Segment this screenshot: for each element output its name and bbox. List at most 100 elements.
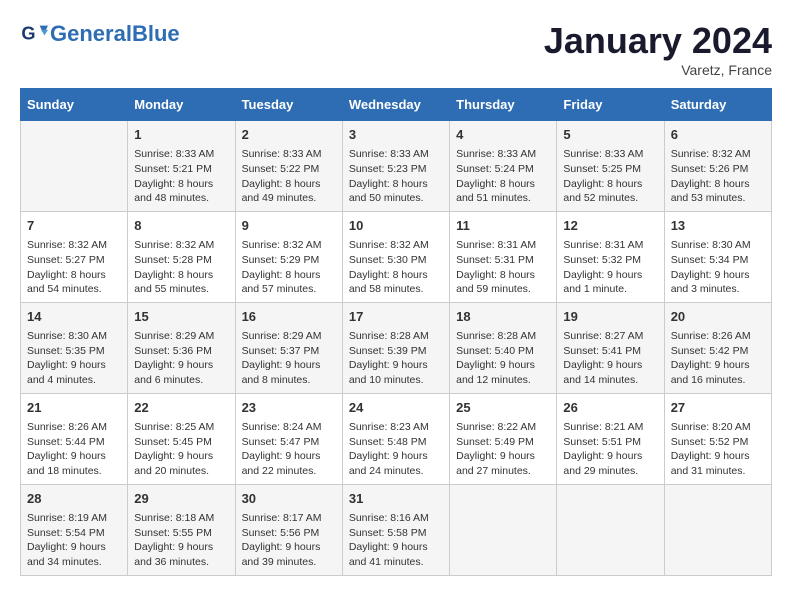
- day-number: 15: [134, 308, 228, 326]
- day-cell: 24 Sunrise: 8:23 AMSunset: 5:48 PMDayligh…: [342, 393, 449, 484]
- column-header-tuesday: Tuesday: [235, 89, 342, 121]
- day-cell: 25 Sunrise: 8:22 AMSunset: 5:49 PMDayligh…: [450, 393, 557, 484]
- day-number: 28: [27, 490, 121, 508]
- column-header-monday: Monday: [128, 89, 235, 121]
- week-row-2: 7 Sunrise: 8:32 AMSunset: 5:27 PMDaylight…: [21, 211, 772, 302]
- day-cell: [450, 484, 557, 575]
- day-cell: 20 Sunrise: 8:26 AMSunset: 5:42 PMDayligh…: [664, 302, 771, 393]
- day-cell: 30Sunrise: 8:17 AMSunset: 5:56 PMDayligh…: [235, 484, 342, 575]
- day-info: Sunrise: 8:26 AMSunset: 5:42 PMDaylight:…: [671, 329, 765, 388]
- day-info: Sunrise: 8:27 AMSunset: 5:41 PMDaylight:…: [563, 329, 657, 388]
- day-cell: 15Sunrise: 8:29 AMSunset: 5:36 PMDayligh…: [128, 302, 235, 393]
- day-info: Sunrise: 8:29 AMSunset: 5:37 PMDaylight:…: [242, 329, 336, 388]
- day-number: 27: [671, 399, 765, 417]
- day-info: Sunrise: 8:16 AMSunset: 5:58 PMDaylight:…: [349, 511, 443, 570]
- day-cell: 28 Sunrise: 8:19 AMSunset: 5:54 PMDayligh…: [21, 484, 128, 575]
- logo: G GeneralBlue: [20, 20, 180, 48]
- day-cell: 23Sunrise: 8:24 AMSunset: 5:47 PMDayligh…: [235, 393, 342, 484]
- day-info: Sunrise: 8:32 AMSunset: 5:28 PMDaylight:…: [134, 238, 228, 297]
- day-cell: 8 Sunrise: 8:32 AMSunset: 5:28 PMDaylight…: [128, 211, 235, 302]
- day-info: Sunrise: 8:25 AMSunset: 5:45 PMDaylight:…: [134, 420, 228, 479]
- day-number: 14: [27, 308, 121, 326]
- day-info: Sunrise: 8:30 AMSunset: 5:34 PMDaylight:…: [671, 238, 765, 297]
- day-cell: 19 Sunrise: 8:27 AMSunset: 5:41 PMDayligh…: [557, 302, 664, 393]
- column-header-wednesday: Wednesday: [342, 89, 449, 121]
- day-cell: 27 Sunrise: 8:20 AMSunset: 5:52 PMDayligh…: [664, 393, 771, 484]
- day-info: Sunrise: 8:21 AMSunset: 5:51 PMDaylight:…: [563, 420, 657, 479]
- day-cell: 2Sunrise: 8:33 AMSunset: 5:22 PMDaylight…: [235, 121, 342, 212]
- day-info: Sunrise: 8:28 AMSunset: 5:39 PMDaylight:…: [349, 329, 443, 388]
- day-info: Sunrise: 8:23 AMSunset: 5:48 PMDaylight:…: [349, 420, 443, 479]
- day-cell: 9Sunrise: 8:32 AMSunset: 5:29 PMDaylight…: [235, 211, 342, 302]
- location: Varetz, France: [544, 62, 772, 78]
- day-cell: 14 Sunrise: 8:30 AMSunset: 5:35 PMDayligh…: [21, 302, 128, 393]
- day-number: 12: [563, 217, 657, 235]
- day-info: Sunrise: 8:30 AMSunset: 5:35 PMDaylight:…: [27, 329, 121, 388]
- day-info: Sunrise: 8:22 AMSunset: 5:49 PMDaylight:…: [456, 420, 550, 479]
- day-number: 31: [349, 490, 443, 508]
- page-header: G GeneralBlue January 2024 Varetz, Franc…: [20, 20, 772, 78]
- day-cell: [21, 121, 128, 212]
- day-info: Sunrise: 8:18 AMSunset: 5:55 PMDaylight:…: [134, 511, 228, 570]
- day-cell: 29Sunrise: 8:18 AMSunset: 5:55 PMDayligh…: [128, 484, 235, 575]
- calendar-table: SundayMondayTuesdayWednesdayThursdayFrid…: [20, 88, 772, 576]
- day-number: 19: [563, 308, 657, 326]
- day-cell: 16 Sunrise: 8:29 AMSunset: 5:37 PMDayligh…: [235, 302, 342, 393]
- day-cell: 6 Sunrise: 8:32 AMSunset: 5:26 PMDaylight…: [664, 121, 771, 212]
- day-number: 25: [456, 399, 550, 417]
- day-number: 26: [563, 399, 657, 417]
- day-number: 24: [349, 399, 443, 417]
- title-area: January 2024 Varetz, France: [544, 20, 772, 78]
- week-row-1: 1Sunrise: 8:33 AMSunset: 5:21 PMDaylight…: [21, 121, 772, 212]
- day-cell: 22 Sunrise: 8:25 AMSunset: 5:45 PMDayligh…: [128, 393, 235, 484]
- day-info: Sunrise: 8:19 AMSunset: 5:54 PMDaylight:…: [27, 511, 121, 570]
- day-cell: [664, 484, 771, 575]
- day-number: 3: [349, 126, 443, 144]
- day-number: 9: [242, 217, 336, 235]
- day-cell: [557, 484, 664, 575]
- logo-blue: Blue: [132, 21, 180, 46]
- day-cell: 31 Sunrise: 8:16 AMSunset: 5:58 PMDayligh…: [342, 484, 449, 575]
- day-number: 2: [242, 126, 336, 144]
- day-number: 6: [671, 126, 765, 144]
- day-cell: 17 Sunrise: 8:28 AMSunset: 5:39 PMDayligh…: [342, 302, 449, 393]
- day-number: 1: [134, 126, 228, 144]
- day-cell: 12 Sunrise: 8:31 AMSunset: 5:32 PMDayligh…: [557, 211, 664, 302]
- column-header-friday: Friday: [557, 89, 664, 121]
- day-info: Sunrise: 8:28 AMSunset: 5:40 PMDaylight:…: [456, 329, 550, 388]
- day-info: Sunrise: 8:31 AMSunset: 5:32 PMDaylight:…: [563, 238, 657, 297]
- day-info: Sunrise: 8:20 AMSunset: 5:52 PMDaylight:…: [671, 420, 765, 479]
- week-row-4: 21Sunrise: 8:26 AMSunset: 5:44 PMDayligh…: [21, 393, 772, 484]
- day-cell: 11 Sunrise: 8:31 AMSunset: 5:31 PMDayligh…: [450, 211, 557, 302]
- day-number: 11: [456, 217, 550, 235]
- day-cell: 10Sunrise: 8:32 AMSunset: 5:30 PMDayligh…: [342, 211, 449, 302]
- day-number: 10: [349, 217, 443, 235]
- week-row-5: 28 Sunrise: 8:19 AMSunset: 5:54 PMDayligh…: [21, 484, 772, 575]
- day-info: Sunrise: 8:33 AMSunset: 5:25 PMDaylight:…: [563, 147, 657, 206]
- day-number: 21: [27, 399, 121, 417]
- day-cell: 5Sunrise: 8:33 AMSunset: 5:25 PMDaylight…: [557, 121, 664, 212]
- day-cell: 13 Sunrise: 8:30 AMSunset: 5:34 PMDayligh…: [664, 211, 771, 302]
- day-number: 20: [671, 308, 765, 326]
- header-row: SundayMondayTuesdayWednesdayThursdayFrid…: [21, 89, 772, 121]
- day-info: Sunrise: 8:33 AMSunset: 5:23 PMDaylight:…: [349, 147, 443, 206]
- day-number: 16: [242, 308, 336, 326]
- day-cell: 1Sunrise: 8:33 AMSunset: 5:21 PMDaylight…: [128, 121, 235, 212]
- day-info: Sunrise: 8:17 AMSunset: 5:56 PMDaylight:…: [242, 511, 336, 570]
- day-number: 13: [671, 217, 765, 235]
- day-info: Sunrise: 8:31 AMSunset: 5:31 PMDaylight:…: [456, 238, 550, 297]
- day-number: 8: [134, 217, 228, 235]
- day-cell: 18 Sunrise: 8:28 AMSunset: 5:40 PMDayligh…: [450, 302, 557, 393]
- day-info: Sunrise: 8:32 AMSunset: 5:27 PMDaylight:…: [27, 238, 121, 297]
- day-number: 7: [27, 217, 121, 235]
- logo-icon: G: [20, 20, 48, 48]
- day-number: 22: [134, 399, 228, 417]
- day-cell: 3 Sunrise: 8:33 AMSunset: 5:23 PMDaylight…: [342, 121, 449, 212]
- week-row-3: 14 Sunrise: 8:30 AMSunset: 5:35 PMDayligh…: [21, 302, 772, 393]
- day-number: 17: [349, 308, 443, 326]
- day-info: Sunrise: 8:32 AMSunset: 5:26 PMDaylight:…: [671, 147, 765, 206]
- logo-general: General: [50, 21, 132, 46]
- day-number: 18: [456, 308, 550, 326]
- day-cell: 7 Sunrise: 8:32 AMSunset: 5:27 PMDaylight…: [21, 211, 128, 302]
- day-info: Sunrise: 8:24 AMSunset: 5:47 PMDaylight:…: [242, 420, 336, 479]
